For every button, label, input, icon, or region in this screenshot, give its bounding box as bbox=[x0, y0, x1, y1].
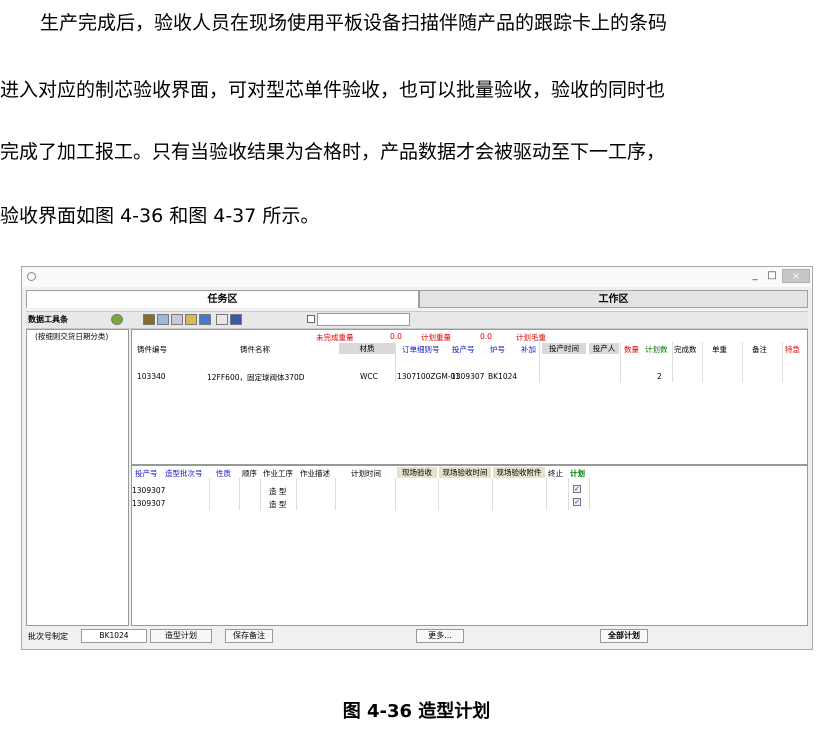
grid-icon[interactable] bbox=[230, 314, 242, 325]
col-remark[interactable]: 备注 bbox=[752, 344, 767, 355]
toolbar-checkbox[interactable] bbox=[307, 315, 315, 323]
tab-work-area[interactable]: 工作区 bbox=[419, 290, 808, 308]
row-heat-no[interactable]: BK1024 bbox=[488, 372, 517, 381]
tab-task-area[interactable]: 任务区 bbox=[26, 290, 419, 308]
col-description[interactable]: 作业描述 bbox=[300, 468, 330, 479]
col-nature[interactable]: 性质 bbox=[216, 468, 231, 479]
print-icon[interactable] bbox=[171, 314, 183, 325]
nav-arrow-icon[interactable] bbox=[111, 314, 123, 325]
plan-weight-label: 计划重量 bbox=[421, 333, 451, 342]
all-plan-button[interactable]: 全部计划 bbox=[600, 629, 648, 643]
row-casting-no[interactable]: 103340 bbox=[137, 372, 166, 381]
col-site-acceptance-attachment[interactable]: 现场验收附件 bbox=[493, 467, 545, 478]
col-supplement[interactable]: 补加 bbox=[521, 344, 536, 355]
col-quantity[interactable]: 数量 bbox=[624, 344, 639, 355]
col-heat-no[interactable]: 炉号 bbox=[490, 344, 505, 355]
lower-row-1-process[interactable]: 造 型 bbox=[269, 486, 286, 497]
col-unit-weight[interactable]: 单重 bbox=[712, 344, 727, 355]
batch-label: 批次号制定 bbox=[28, 632, 68, 641]
paragraph-line-3: 完成了加工报工。只有当验收结果为合格时，产品数据才会被驱动至下一工序， bbox=[0, 141, 666, 163]
plan-gross-label: 计划毛重 bbox=[516, 333, 546, 342]
app-window-screenshot: _ □ × 任务区 工作区 数据工具条 (按细则交货日期分类) 未完成重量 0.… bbox=[21, 266, 813, 650]
paragraph-line-2: 进入对应的制芯验收界面，可对型芯单件验收，也可以批量验收，验收的同时也 bbox=[0, 79, 666, 101]
toolbar-input[interactable] bbox=[317, 313, 410, 326]
col-casting-name[interactable]: 铸件名称 bbox=[240, 344, 270, 355]
list-icon[interactable] bbox=[216, 314, 228, 325]
batch-input[interactable]: BK1024 bbox=[81, 629, 147, 643]
col-site-acceptance-time[interactable]: 现场验收时间 bbox=[439, 467, 491, 478]
col-sequence[interactable]: 顺序 bbox=[242, 468, 257, 479]
lower-row-1-plan-checkbox[interactable]: ✓ bbox=[573, 485, 581, 493]
col-terminate[interactable]: 终止 bbox=[548, 468, 563, 479]
col-material[interactable]: 材质 bbox=[339, 343, 395, 354]
minimize-button[interactable]: _ bbox=[747, 269, 763, 283]
figure-caption: 图 4-36 造型计划 bbox=[342, 701, 491, 722]
lower-row-2-plan-checkbox[interactable]: ✓ bbox=[573, 498, 581, 506]
unfinished-weight-label: 未完成重量 bbox=[316, 333, 354, 342]
tag-icon[interactable] bbox=[185, 314, 197, 325]
category-tree-root[interactable]: (按细则交货日期分类) bbox=[35, 331, 108, 342]
edit-icon[interactable] bbox=[143, 314, 155, 325]
col-casting-no[interactable]: 铸件编号 bbox=[137, 344, 167, 355]
col-producer[interactable]: 投产人 bbox=[589, 343, 619, 354]
col-plan-qty[interactable]: 计划数 bbox=[645, 344, 668, 355]
window-titlebar: _ □ × bbox=[22, 267, 812, 287]
lower-row-1-production-no[interactable]: 1309307 bbox=[132, 486, 165, 495]
process-table: 投产号 造型批次号 性质 顺序 作业工序 作业描述 计划时间 现场验收 现场验收… bbox=[131, 465, 808, 626]
bottom-bar: 批次号制定 BK1024 造型计划 保存备注 更多... 全部计划 bbox=[26, 628, 808, 646]
col-done-qty[interactable]: 完成数 bbox=[674, 344, 697, 355]
col-process[interactable]: 作业工序 bbox=[263, 468, 293, 479]
col-molding-batch-no[interactable]: 造型批次号 bbox=[165, 468, 203, 479]
row-production-no[interactable]: 1309307 bbox=[451, 372, 484, 381]
close-button[interactable]: × bbox=[782, 269, 810, 283]
col-production-time[interactable]: 投产时间 bbox=[542, 343, 586, 354]
plan-weight-value: 0.0 bbox=[480, 332, 492, 341]
col-plan-time[interactable]: 计划时间 bbox=[351, 468, 381, 479]
category-tree-pane[interactable]: (按细则交货日期分类) bbox=[26, 329, 129, 626]
col-production-no[interactable]: 投产号 bbox=[452, 344, 475, 355]
row-material[interactable]: WCC bbox=[360, 372, 378, 381]
bar-chart-icon[interactable] bbox=[199, 314, 211, 325]
col-site-acceptance[interactable]: 现场验收 bbox=[397, 467, 437, 478]
row-casting-name[interactable]: 12FF600，固定球阀体370D bbox=[207, 372, 305, 383]
col-lower-production-no[interactable]: 投产号 bbox=[135, 468, 158, 479]
row-plan-qty[interactable]: 2 bbox=[657, 372, 662, 381]
unfinished-weight-value: 0.0 bbox=[390, 332, 402, 341]
paragraph-line-4: 验收界面如图 4-36 和图 4-37 所示。 bbox=[0, 205, 320, 227]
more-button[interactable]: 更多... bbox=[416, 629, 464, 643]
app-icon bbox=[27, 272, 36, 281]
lower-row-2-production-no[interactable]: 1309307 bbox=[132, 499, 165, 508]
col-urgent[interactable]: 特急 bbox=[785, 344, 800, 355]
data-toolbar: 数据工具条 bbox=[26, 311, 808, 329]
col-plan[interactable]: 计划 bbox=[570, 468, 585, 479]
paragraph-line-1: 生产完成后，验收人员在现场使用平板设备扫描伴随产品的跟踪卡上的条码 bbox=[40, 12, 668, 34]
molding-plan-button[interactable]: 造型计划 bbox=[150, 629, 212, 643]
save-remark-button[interactable]: 保存备注 bbox=[225, 629, 273, 643]
maximize-button[interactable]: □ bbox=[764, 269, 780, 283]
task-table: 未完成重量 0.0 计划重量 0.0 计划毛重 铸件编号 铸件名称 材质 订单细… bbox=[131, 329, 808, 465]
image-icon[interactable] bbox=[157, 314, 169, 325]
toolbar-label: 数据工具条 bbox=[28, 315, 68, 324]
col-order-detail-no[interactable]: 订单细则号 bbox=[402, 344, 440, 355]
lower-row-2-process[interactable]: 造 型 bbox=[269, 499, 286, 510]
tab-bar: 任务区 工作区 bbox=[26, 290, 808, 308]
